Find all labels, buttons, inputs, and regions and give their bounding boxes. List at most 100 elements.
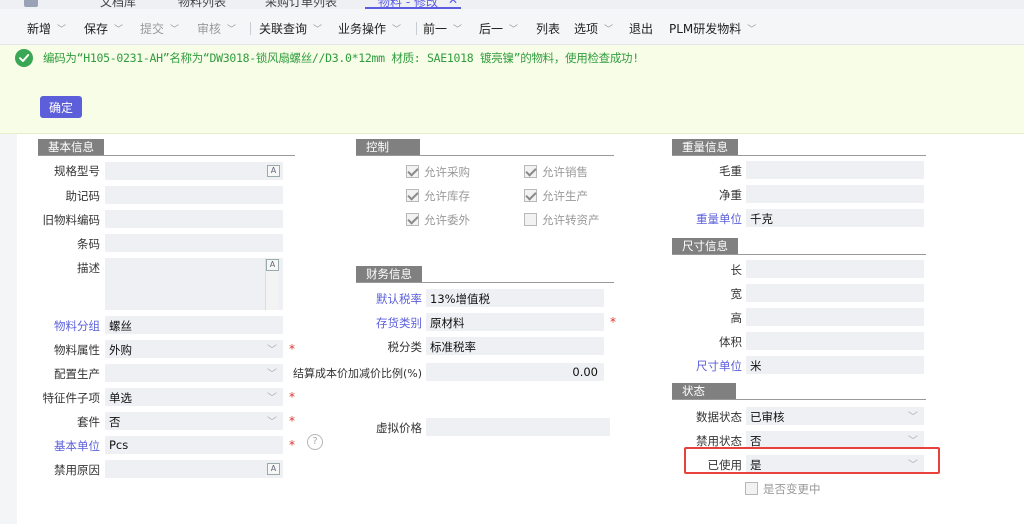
old-code-label: 旧物料编码 (42, 213, 101, 227)
stock-category-input[interactable]: 原材料 (426, 313, 604, 331)
allow-purchase-checkbox[interactable]: 允许采购 (406, 164, 470, 180)
checkbox-checked-icon[interactable] (406, 213, 419, 226)
width-input[interactable] (746, 284, 924, 302)
default-tax-rate-label[interactable]: 默认税率 (360, 291, 422, 307)
audit-button[interactable]: 审核 ﹀ (197, 20, 236, 37)
height-input[interactable] (746, 308, 924, 326)
volume-label: 体积 (719, 335, 742, 349)
allow-stock-checkbox[interactable]: 允许库存 (406, 188, 470, 204)
tab-purchase-order-list[interactable]: 采购订单列表 (265, 0, 337, 9)
virtual-price-input[interactable] (426, 418, 610, 436)
chevron-down-icon[interactable]: ﹀ (908, 432, 918, 447)
tax-class-input[interactable]: 标准税率 (426, 337, 604, 355)
checkbox-checked-icon[interactable] (406, 165, 419, 178)
chevron-down-icon[interactable]: ﹀ (509, 22, 518, 35)
allow-produce-checkbox[interactable]: 允许生产 (524, 188, 588, 204)
list-button[interactable]: 列表 (536, 20, 560, 37)
barcode-input[interactable] (105, 234, 283, 252)
text-edit-icon[interactable]: A (267, 165, 280, 177)
checkbox-checked-icon[interactable] (406, 189, 419, 202)
chevron-down-icon[interactable]: ﹀ (267, 365, 277, 380)
spec-input[interactable] (105, 162, 283, 180)
stock-category-label[interactable]: 存货类别 (360, 315, 422, 331)
size-unit-label[interactable]: 尺寸单位 (680, 358, 742, 374)
length-label: 长 (730, 263, 743, 277)
checkbox-unchecked-icon[interactable] (745, 482, 758, 495)
previous-button[interactable]: 前一 ﹀ (423, 20, 462, 37)
plm-material-button[interactable]: PLM研发物料 ﹀ (669, 20, 756, 37)
chevron-down-icon[interactable]: ﹀ (227, 22, 236, 35)
checkbox-unchecked-icon[interactable] (524, 213, 537, 226)
feature-sub-item-select[interactable]: 单选 ﹀ (105, 388, 283, 406)
home-icon[interactable] (24, 0, 38, 7)
checkbox-checked-icon[interactable] (524, 189, 537, 202)
allow-sale-checkbox[interactable]: 允许销售 (524, 164, 588, 180)
help-icon[interactable]: ? (307, 434, 323, 450)
chevron-down-icon[interactable]: ﹀ (170, 22, 179, 35)
material-group-input[interactable]: 螺丝 (105, 316, 283, 334)
confirm-button[interactable]: 确定 (40, 96, 82, 118)
height-label: 高 (730, 311, 743, 325)
options-button[interactable]: 选项 ﹀ (574, 20, 613, 37)
section-weight: 重量信息 (672, 139, 926, 156)
tab-material-list[interactable]: 物料列表 (178, 0, 226, 9)
chevron-down-icon[interactable]: ﹀ (313, 22, 322, 35)
close-tab-icon[interactable]: ✕ (448, 0, 458, 7)
mnemonic-input[interactable] (105, 186, 283, 204)
description-textarea[interactable] (105, 258, 283, 310)
left-gutter (0, 134, 17, 524)
base-unit-label[interactable]: 基本单位 (40, 438, 100, 454)
save-button[interactable]: 保存 ﹀ (84, 20, 123, 37)
toolbar-divider (250, 22, 251, 35)
chevron-down-icon[interactable]: ﹀ (57, 22, 66, 35)
weight-unit-label[interactable]: 重量单位 (680, 211, 742, 227)
checkbox-checked-icon[interactable] (524, 165, 537, 178)
business-operation-button[interactable]: 业务操作 ﹀ (338, 20, 401, 37)
changing-checkbox[interactable]: 是否变更中 (745, 481, 821, 497)
data-status-select[interactable]: 已审核 ﹀ (746, 407, 924, 425)
section-basic-info: 基本信息 (38, 139, 295, 156)
default-tax-rate-input[interactable]: 13%增值税 (426, 289, 604, 307)
config-production-label: 配置生产 (54, 367, 100, 381)
chevron-down-icon[interactable]: ﹀ (267, 389, 277, 404)
length-input[interactable] (746, 260, 924, 278)
text-edit-icon[interactable]: A (267, 463, 280, 475)
weight-unit-input[interactable]: 千克 (746, 209, 924, 227)
chevron-down-icon[interactable]: ﹀ (604, 22, 613, 35)
base-unit-input[interactable]: Pcs (105, 436, 283, 454)
allow-outsource-checkbox[interactable]: 允许委外 (406, 212, 470, 228)
exit-button[interactable]: 退出 (629, 20, 653, 37)
next-button[interactable]: 后一 ﹀ (479, 20, 518, 37)
disable-reason-label: 禁用原因 (54, 463, 100, 477)
highlight-box (684, 447, 940, 474)
size-unit-input[interactable]: 米 (746, 356, 924, 374)
chevron-down-icon[interactable]: ﹀ (267, 413, 277, 428)
chevron-down-icon[interactable]: ﹀ (114, 22, 123, 35)
submit-button[interactable]: 提交 ﹀ (140, 20, 179, 37)
related-query-button[interactable]: 关联查询 ﹀ (259, 20, 322, 37)
material-attribute-select[interactable]: 外购 ﹀ (105, 340, 283, 358)
config-production-select[interactable]: ﹀ (105, 364, 283, 382)
old-code-input[interactable] (105, 210, 283, 228)
net-weight-input[interactable] (746, 185, 924, 203)
settle-cost-ratio-input[interactable]: 0.00 (426, 363, 604, 381)
chevron-down-icon[interactable]: ﹀ (747, 22, 756, 35)
text-edit-icon[interactable]: A (266, 259, 279, 271)
allow-asset-checkbox[interactable]: 允许转资产 (524, 212, 600, 228)
material-group-label[interactable]: 物料分组 (40, 318, 100, 334)
disable-reason-input[interactable] (105, 460, 283, 478)
required-mark: * (610, 315, 616, 329)
kit-select[interactable]: 否 ﹀ (105, 412, 283, 430)
section-status: 状态 (672, 383, 926, 400)
section-control: 控制 (356, 139, 614, 156)
chevron-down-icon[interactable]: ﹀ (453, 22, 462, 35)
chevron-down-icon[interactable]: ﹀ (392, 22, 401, 35)
gross-weight-input[interactable] (746, 161, 924, 179)
chevron-down-icon[interactable]: ﹀ (908, 408, 918, 423)
material-attribute-label: 物料属性 (54, 343, 100, 357)
new-button[interactable]: 新增 ﹀ (27, 20, 66, 37)
virtual-price-label: 虚拟价格 (376, 421, 422, 435)
tab-document-library[interactable]: 文档库 (100, 0, 136, 9)
volume-input[interactable] (746, 332, 924, 350)
chevron-down-icon[interactable]: ﹀ (267, 341, 277, 356)
